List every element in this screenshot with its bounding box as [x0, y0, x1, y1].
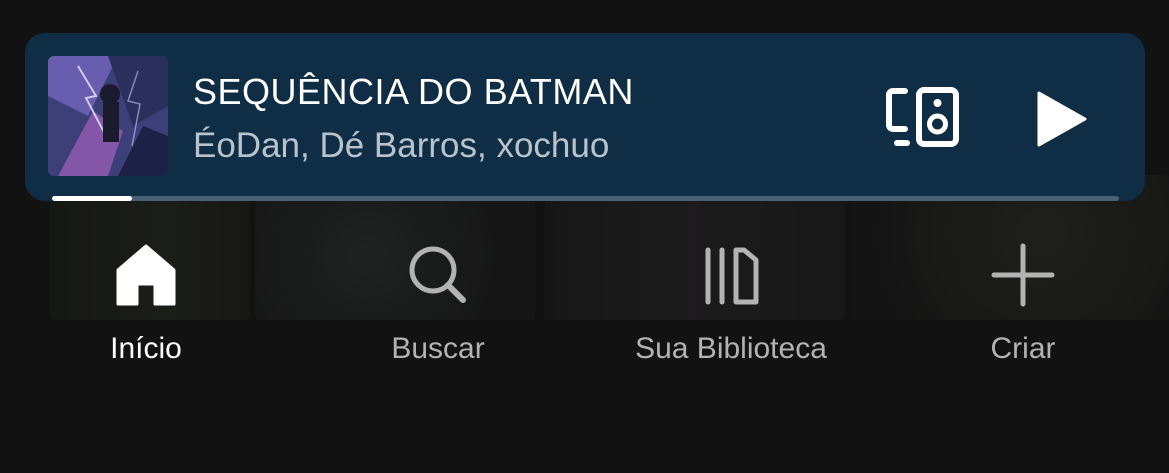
- nav-item-library[interactable]: Sua Biblioteca: [611, 230, 851, 380]
- nav-label-home: Início: [110, 332, 182, 365]
- connect-device-icon: [886, 87, 959, 147]
- nav-label-create: Criar: [990, 332, 1056, 365]
- play-button[interactable]: [1027, 87, 1091, 151]
- playback-progress-bar[interactable]: [52, 196, 1119, 201]
- nav-label-library: Sua Biblioteca: [635, 332, 827, 365]
- nav-label-search: Buscar: [391, 332, 485, 365]
- now-playing-bar[interactable]: SEQUÊNCIA DO BATMAN ÉoDan, Dé Barros, xo…: [25, 33, 1145, 201]
- connect-device-button[interactable]: [885, 85, 965, 149]
- home-icon: [116, 244, 176, 306]
- track-title[interactable]: SEQUÊNCIA DO BATMAN: [193, 71, 634, 113]
- play-icon: [1037, 91, 1087, 147]
- playback-progress-fill: [52, 196, 133, 201]
- track-artists[interactable]: ÉoDan, Dé Barros, xochuo: [193, 126, 609, 166]
- album-cover[interactable]: [48, 56, 168, 176]
- nav-item-create[interactable]: Criar: [903, 230, 1143, 380]
- bottom-navigation: Início Buscar Sua Biblioteca Criar: [0, 230, 1169, 380]
- app-root: SEQUÊNCIA DO BATMAN ÉoDan, Dé Barros, xo…: [0, 0, 1169, 473]
- nav-item-search[interactable]: Buscar: [318, 230, 558, 380]
- nav-item-home[interactable]: Início: [26, 230, 266, 380]
- library-icon: [705, 247, 759, 305]
- search-icon: [409, 246, 466, 303]
- plus-icon: [991, 243, 1055, 307]
